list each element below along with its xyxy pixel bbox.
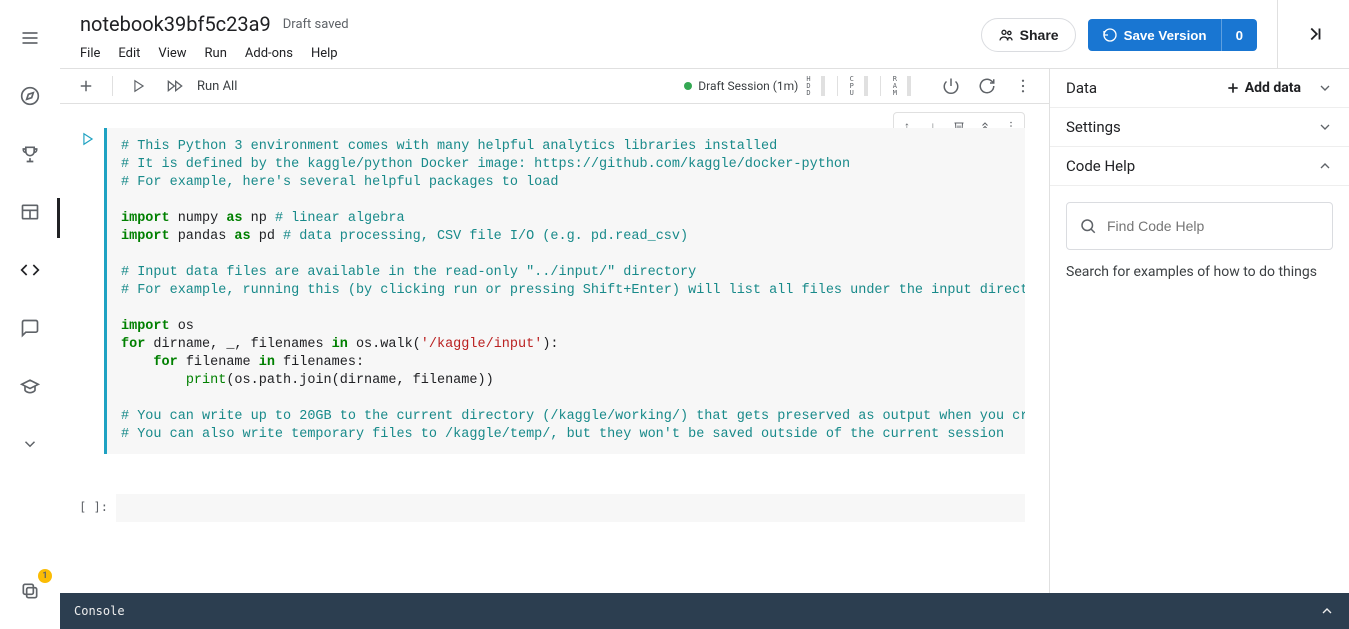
code-help-search-input[interactable] bbox=[1107, 218, 1320, 234]
power-button[interactable] bbox=[937, 72, 965, 100]
save-status: Draft saved bbox=[283, 17, 349, 32]
notebook-title[interactable]: notebook39bf5c23a9 bbox=[80, 12, 271, 36]
history-icon bbox=[1102, 27, 1118, 43]
empty-code-editor[interactable] bbox=[116, 494, 1025, 522]
settings-label: Settings bbox=[1066, 118, 1121, 136]
code-cell: ↑ ↓ # This Python 3 environment comes wi… bbox=[72, 128, 1025, 454]
compass-icon[interactable] bbox=[12, 78, 48, 114]
ram-meter[interactable]: RAM bbox=[893, 76, 897, 97]
events-badge: 1 bbox=[38, 569, 52, 583]
code-editor[interactable]: # This Python 3 environment comes with m… bbox=[104, 128, 1025, 454]
toolbar: Run All Draft Session (1m) HDD CPU RAM bbox=[60, 68, 1049, 104]
share-button[interactable]: Share bbox=[981, 18, 1076, 52]
empty-cell: [ ]: bbox=[72, 494, 1025, 522]
code-icon[interactable] bbox=[12, 252, 48, 288]
run-button[interactable] bbox=[125, 72, 153, 100]
menu-help[interactable]: Help bbox=[311, 46, 338, 61]
run-cell-button[interactable] bbox=[81, 132, 95, 454]
code-help-label: Code Help bbox=[1066, 157, 1135, 175]
topbar: notebook39bf5c23a9 Draft saved File Edit… bbox=[60, 0, 1277, 68]
cpu-meter[interactable]: CPU bbox=[850, 76, 854, 97]
collapse-panel-button[interactable] bbox=[1277, 0, 1349, 68]
console-expand-button[interactable] bbox=[1319, 603, 1335, 619]
add-data-label: Add data bbox=[1245, 80, 1301, 96]
run-all-button[interactable]: Run All bbox=[197, 79, 237, 94]
session-status[interactable]: Draft Session (1m) bbox=[684, 79, 798, 93]
active-events-icon[interactable]: 1 bbox=[12, 573, 48, 609]
table-icon[interactable] bbox=[12, 194, 48, 230]
session-label: Draft Session (1m) bbox=[698, 79, 798, 93]
right-panel: Data Add data Settings Code Help Search … bbox=[1049, 68, 1349, 629]
chevron-down-icon[interactable] bbox=[12, 426, 48, 462]
data-label: Data bbox=[1066, 79, 1097, 97]
fast-forward-button[interactable] bbox=[161, 72, 189, 100]
chevron-up-icon bbox=[1317, 158, 1333, 174]
menu-edit[interactable]: Edit bbox=[118, 46, 140, 61]
hdd-meter[interactable]: HDD bbox=[806, 76, 810, 97]
save-version-count[interactable]: 0 bbox=[1221, 19, 1257, 51]
share-label: Share bbox=[1020, 27, 1059, 43]
chevron-down-icon bbox=[1317, 119, 1333, 135]
comments-icon[interactable] bbox=[12, 310, 48, 346]
data-section-header[interactable]: Data Add data bbox=[1050, 69, 1349, 108]
settings-section-header[interactable]: Settings bbox=[1050, 108, 1349, 147]
people-icon bbox=[998, 27, 1014, 43]
menu-addons[interactable]: Add-ons bbox=[245, 46, 293, 61]
chevron-down-icon bbox=[1317, 80, 1333, 96]
console-bar[interactable]: Console bbox=[60, 593, 1349, 629]
cell-prompt: [ ]: bbox=[72, 494, 116, 522]
search-icon bbox=[1079, 217, 1097, 235]
code-help-search[interactable] bbox=[1066, 202, 1333, 250]
more-button[interactable] bbox=[1009, 72, 1037, 100]
learn-icon[interactable] bbox=[12, 368, 48, 404]
code-help-hint: Search for examples of how to do things bbox=[1066, 264, 1333, 280]
menu-file[interactable]: File bbox=[80, 46, 100, 61]
add-cell-button[interactable] bbox=[72, 72, 100, 100]
console-label: Console bbox=[74, 604, 125, 618]
trophy-icon[interactable] bbox=[12, 136, 48, 172]
save-version-label: Save Version bbox=[1124, 28, 1207, 43]
hamburger-icon[interactable] bbox=[12, 20, 48, 56]
add-data-button[interactable]: Add data bbox=[1225, 80, 1301, 96]
notebook-area: ↑ ↓ # This Python 3 environment comes wi… bbox=[60, 104, 1049, 593]
code-help-section-header[interactable]: Code Help bbox=[1050, 147, 1349, 186]
restart-button[interactable] bbox=[973, 72, 1001, 100]
menu-run[interactable]: Run bbox=[205, 46, 227, 61]
status-dot-icon bbox=[684, 82, 692, 90]
left-rail: 1 bbox=[0, 0, 60, 629]
save-version-button[interactable]: Save Version bbox=[1088, 19, 1221, 51]
menu-view[interactable]: View bbox=[158, 46, 186, 61]
